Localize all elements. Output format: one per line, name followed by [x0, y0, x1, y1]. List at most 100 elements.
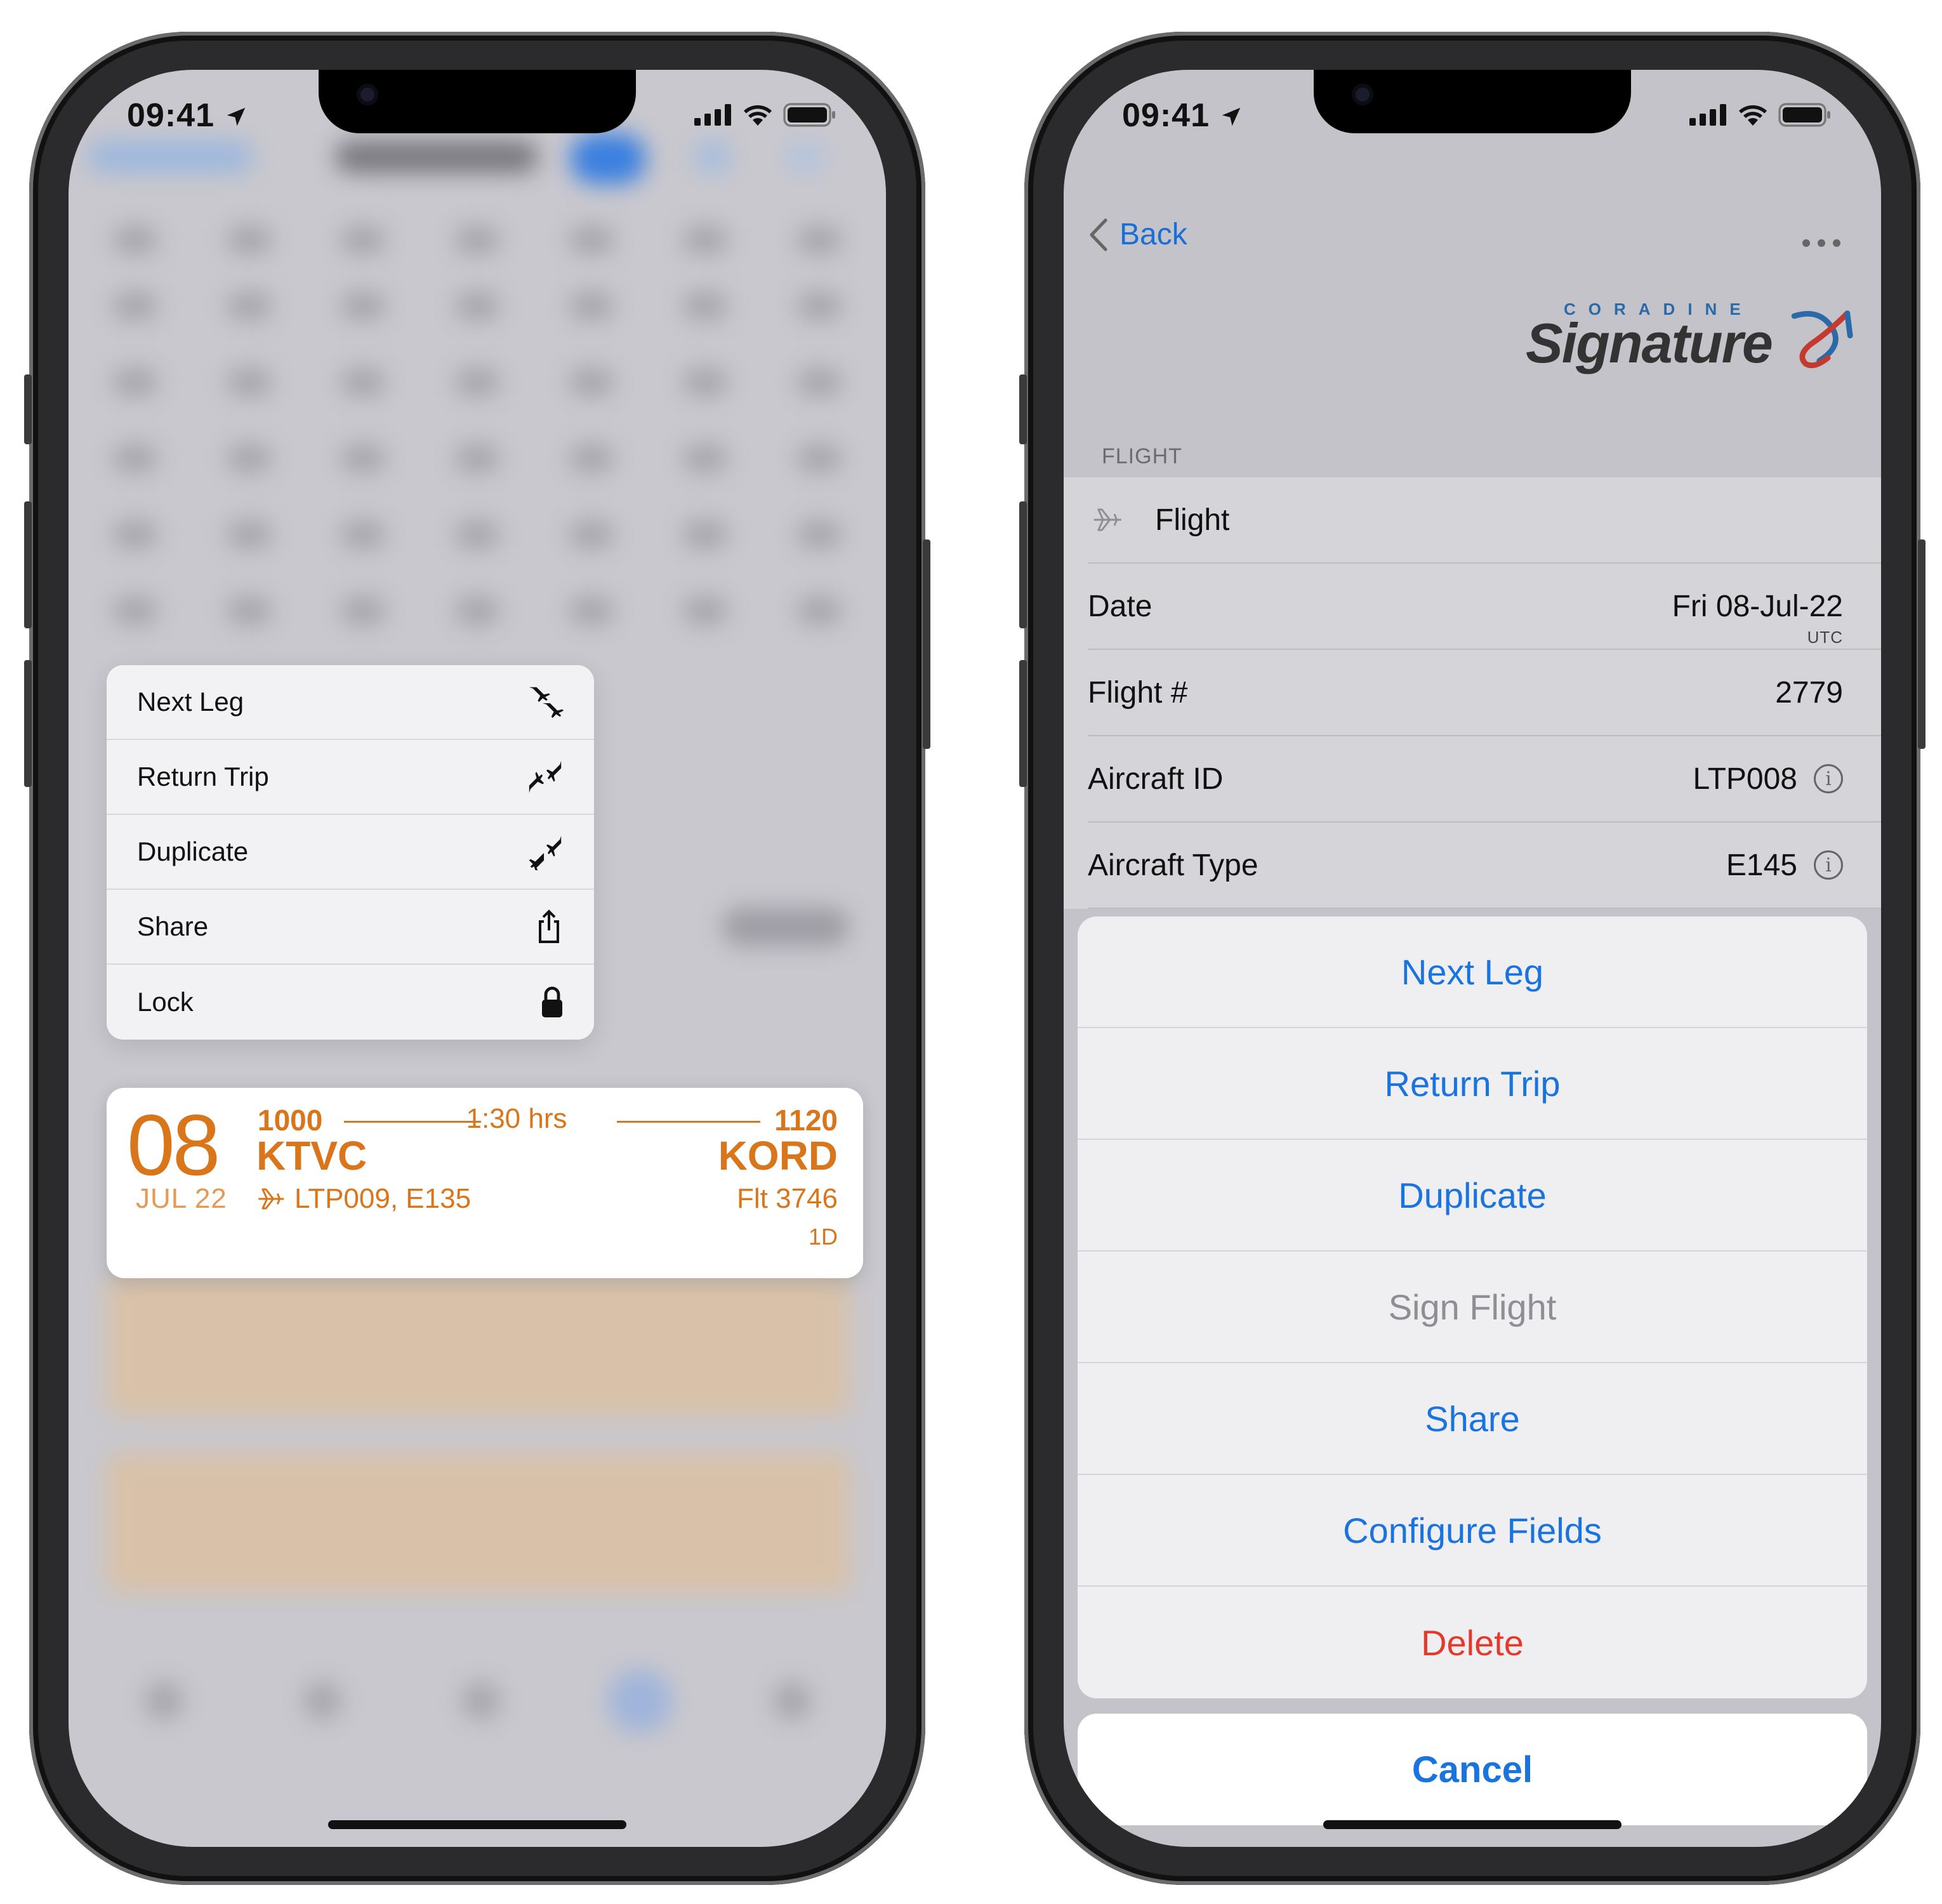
share-icon — [539, 909, 559, 943]
action-return-trip[interactable]: Return Trip — [1078, 1028, 1867, 1140]
menu-item-return-trip[interactable]: Return Trip — [107, 740, 594, 815]
flight-detail-list: Flight Date Fri 08-Jul-22 UTC Flight # 2… — [1064, 477, 1881, 909]
aircraft-id-label: Aircraft ID — [1088, 762, 1224, 796]
arrival-airport: KORD — [718, 1133, 838, 1179]
volume-up-button — [24, 501, 32, 628]
status-bar: 09:41 — [69, 70, 886, 146]
menu-item-lock[interactable]: Lock — [107, 965, 594, 1040]
route-line — [617, 1121, 760, 1123]
action-delete[interactable]: Delete — [1078, 1587, 1867, 1698]
blurred-tab-icon — [462, 1682, 500, 1720]
action-configure-fields[interactable]: Configure Fields — [1078, 1475, 1867, 1587]
airplane-icon — [258, 1188, 284, 1210]
status-icons — [694, 103, 836, 127]
mute-switch — [1019, 374, 1027, 444]
blurred-tab-icon — [608, 1669, 671, 1733]
signature-logo: CORADINE Signature — [1526, 298, 1856, 381]
phone-right: 09:41 Back CORADINE Signature FLIGHT Fli… — [1019, 32, 1925, 1885]
lock-icon — [542, 986, 562, 1017]
cellular-signal-icon — [1689, 104, 1726, 126]
flight-title: Flight — [1155, 503, 1230, 537]
flight-number-value: 2779 — [1775, 675, 1843, 710]
menu-item-label: Lock — [137, 987, 194, 1017]
aircraft-type-value-group: E145 i — [1726, 848, 1843, 883]
menu-item-share[interactable]: Share — [107, 890, 594, 965]
screen-right: 09:41 Back CORADINE Signature FLIGHT Fli… — [1064, 70, 1881, 1847]
flight-month-year: JUL 22 — [136, 1183, 227, 1214]
menu-item-label: Next Leg — [137, 687, 244, 717]
cellular-signal-icon — [694, 104, 731, 126]
volume-up-button — [1019, 501, 1027, 628]
blurred-row — [113, 226, 842, 254]
date-row[interactable]: Date Fri 08-Jul-22 UTC — [1088, 564, 1881, 650]
day-offset: 1D — [808, 1224, 838, 1250]
volume-down-button — [24, 660, 32, 787]
flight-number-label: Flight # — [1088, 675, 1188, 710]
context-menu: Next Leg Return Trip Duplicate Share Loc… — [107, 665, 594, 1040]
menu-item-label: Duplicate — [137, 836, 249, 866]
blurred-row — [113, 444, 842, 472]
action-share[interactable]: Share — [1078, 1363, 1867, 1475]
blurred-flight-row — [107, 1276, 849, 1415]
menu-item-duplicate[interactable]: Duplicate — [107, 815, 594, 890]
chevron-left-icon — [1090, 218, 1107, 251]
next-leg-icon — [529, 687, 564, 718]
status-time-text: 09:41 — [127, 97, 215, 134]
home-indicator[interactable] — [328, 1820, 626, 1829]
location-arrow-icon — [1222, 107, 1241, 126]
info-icon[interactable]: i — [1814, 850, 1843, 880]
status-time: 09:41 — [127, 96, 248, 135]
back-button[interactable]: Back — [1089, 217, 1187, 252]
status-time: 09:41 — [1122, 96, 1243, 135]
aircraft-id-row[interactable]: Aircraft ID LTP008 i — [1088, 736, 1881, 823]
date-value: Fri 08-Jul-22 — [1672, 589, 1843, 623]
flight-title-row: Flight — [1088, 477, 1881, 564]
location-arrow-icon — [227, 107, 246, 126]
status-icons — [1689, 103, 1832, 127]
signature-emblem-icon — [1791, 310, 1853, 369]
status-bar: 09:41 — [1064, 70, 1881, 146]
menu-item-next-leg[interactable]: Next Leg — [107, 665, 594, 740]
power-button — [923, 539, 930, 749]
logo-big-text: Signature — [1526, 312, 1773, 374]
wifi-icon — [1739, 105, 1767, 126]
blurred-row — [113, 520, 842, 548]
battery-icon — [783, 103, 835, 127]
screen-left: 09:41 Next Leg Return Trip Duplicate Sha… — [69, 70, 886, 1847]
blurred-flight-row — [107, 1453, 849, 1593]
blurred-chip — [722, 908, 849, 946]
flight-card[interactable]: 08 JUL 22 1000 KTVC 1:30 hrs 1120 KORD L… — [107, 1088, 863, 1278]
date-timezone: UTC — [1807, 628, 1843, 647]
cancel-button[interactable]: Cancel — [1078, 1714, 1867, 1825]
flight-duration: 1:30 hrs — [466, 1103, 567, 1134]
departure-airport: KTVC — [256, 1133, 367, 1179]
battery-icon — [1778, 103, 1830, 127]
menu-item-label: Share — [137, 911, 209, 941]
aircraft-type-label: Aircraft Type — [1088, 848, 1258, 882]
home-indicator[interactable] — [1323, 1820, 1622, 1829]
date-label: Date — [1088, 589, 1153, 623]
mute-switch — [24, 374, 32, 444]
blurred-row — [113, 597, 842, 625]
aircraft-info: LTP009, E135 — [256, 1183, 471, 1215]
more-button[interactable] — [1801, 221, 1842, 256]
flight-number-row[interactable]: Flight # 2779 — [1088, 650, 1881, 736]
airplane-icon — [1093, 508, 1121, 531]
return-trip-icon — [529, 760, 562, 793]
blurred-tab-icon — [773, 1682, 811, 1720]
blurred-tab-icon — [145, 1682, 183, 1720]
aircraft-type-value: E145 — [1726, 848, 1797, 882]
wifi-icon — [744, 105, 772, 126]
section-header-flight: FLIGHT — [1102, 444, 1182, 468]
blurred-tab-icon — [303, 1682, 341, 1720]
duplicate-icon — [529, 835, 562, 871]
info-icon[interactable]: i — [1814, 764, 1843, 793]
aircraft-id-value: LTP008 — [1693, 762, 1797, 796]
aircraft-id-value-group: LTP008 i — [1693, 762, 1843, 797]
action-duplicate[interactable]: Duplicate — [1078, 1140, 1867, 1252]
aircraft-type-row[interactable]: Aircraft Type E145 i — [1088, 823, 1881, 909]
action-next-leg[interactable]: Next Leg — [1078, 916, 1867, 1028]
blurred-row — [113, 368, 842, 396]
aircraft-text: LTP009, E135 — [294, 1183, 472, 1214]
back-label: Back — [1120, 218, 1187, 251]
